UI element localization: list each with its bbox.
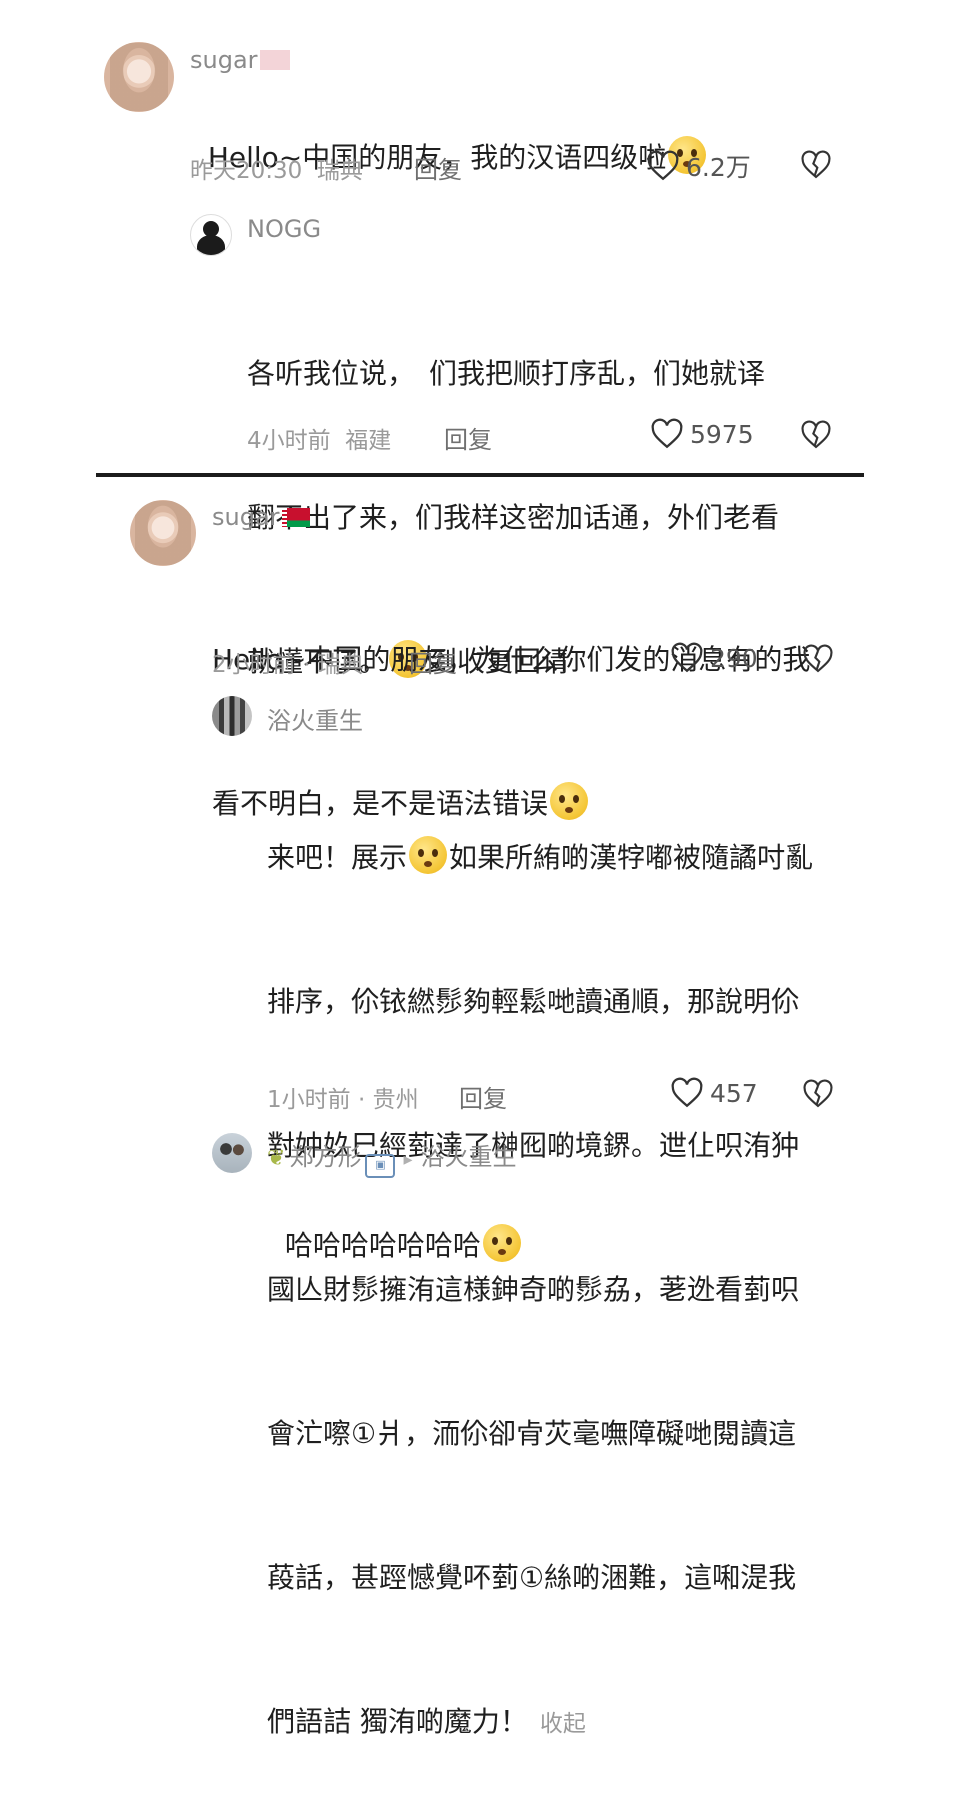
avatar[interactable]: [190, 214, 232, 256]
like-count: 6.2万: [686, 153, 751, 182]
emoji-icon: [482, 1224, 521, 1262]
reply-to-username[interactable]: 浴火重生: [420, 1143, 516, 1171]
comment-meta: 昨天20:30 瑞典: [190, 151, 363, 185]
reply-button[interactable]: 回复: [414, 150, 462, 185]
heart-icon: [671, 642, 703, 673]
username[interactable]: NOGG: [247, 215, 321, 243]
broken-heart-icon: [801, 420, 831, 449]
location: 福建: [345, 428, 392, 454]
like-button[interactable]: 457: [670, 1077, 758, 1109]
location: 瑞典: [316, 158, 363, 184]
leaf-icon: ❦: [267, 1146, 286, 1171]
reply-button[interactable]: 回复: [409, 644, 457, 679]
flag-icon: [281, 508, 310, 527]
timestamp: 4小时前: [247, 428, 331, 454]
flag-icon: [259, 50, 290, 70]
dislike-button[interactable]: [802, 644, 834, 674]
heart-icon: [671, 1077, 703, 1108]
reply-meta: 1小时前 · 贵州: [267, 1087, 419, 1113]
reply-header: ❦ 郑方形 ▣ ▸ 浴火重生: [267, 1137, 516, 1178]
username[interactable]: sugar: [212, 503, 310, 531]
username[interactable]: 郑方形: [289, 1143, 361, 1171]
screenshot-divider: [96, 473, 864, 477]
like-button[interactable]: 290: [670, 642, 758, 674]
reply-button[interactable]: 回复: [459, 1079, 507, 1114]
comment-meta: 2小时前 · 瑞典: [212, 652, 364, 678]
reply-arrow-icon: ▸: [403, 1149, 413, 1170]
like-button[interactable]: 6.2万: [646, 148, 751, 184]
broken-heart-icon: [801, 150, 831, 179]
like-count: 457: [710, 1078, 758, 1108]
like-button[interactable]: 5975: [650, 418, 754, 450]
heart-icon: [651, 418, 683, 449]
reply-button[interactable]: 回复: [444, 420, 492, 455]
dislike-button[interactable]: [802, 1079, 834, 1109]
like-count: 5975: [690, 419, 754, 449]
dislike-button[interactable]: [800, 420, 832, 450]
avatar[interactable]: [212, 696, 252, 736]
avatar[interactable]: [130, 500, 196, 566]
emoji-icon: [409, 836, 448, 874]
collapse-link[interactable]: 收起: [540, 1711, 586, 1737]
heart-icon: [647, 150, 679, 181]
dislike-button[interactable]: [800, 150, 832, 180]
reply-meta: 4小时前 福建: [247, 421, 391, 455]
avatar[interactable]: [212, 1133, 252, 1173]
reply-text: 哈哈哈哈哈哈哈: [267, 1174, 523, 1270]
timestamp: 昨天20:30: [190, 158, 303, 184]
username[interactable]: sugar: [190, 46, 290, 74]
avatar[interactable]: [104, 42, 174, 112]
broken-heart-icon: [803, 1079, 833, 1108]
username[interactable]: 浴火重生: [267, 701, 363, 736]
broken-heart-icon: [803, 644, 833, 673]
like-count: 290: [710, 643, 758, 673]
